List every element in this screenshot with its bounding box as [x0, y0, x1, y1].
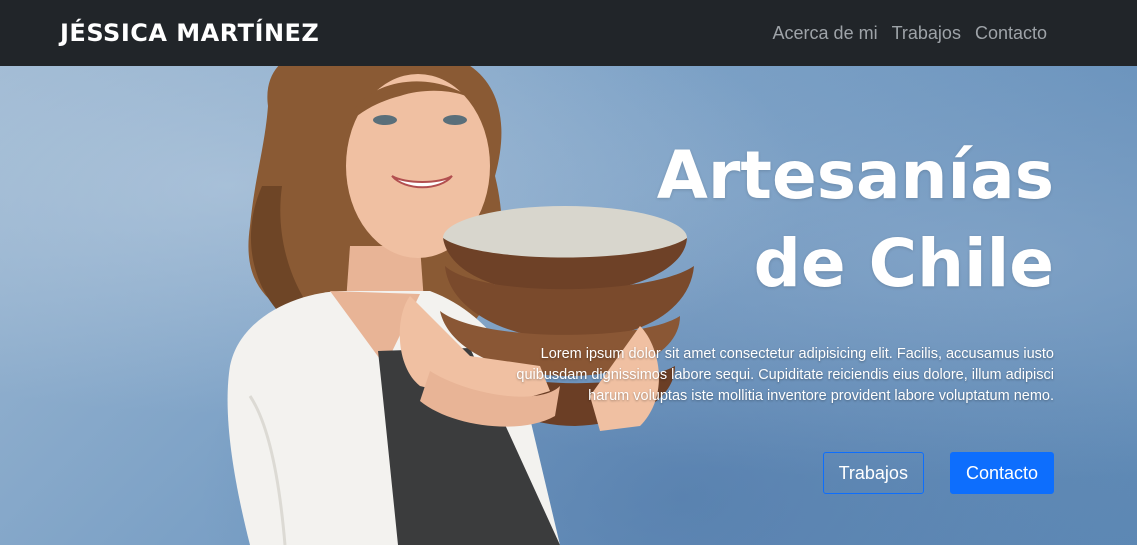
hero-content: Artesanías de Chile Lorem ipsum dolor si…: [434, 132, 1054, 494]
hero-title-line-2: de Chile: [753, 225, 1054, 302]
hero-section: Artesanías de Chile Lorem ipsum dolor si…: [0, 66, 1137, 545]
works-button[interactable]: Trabajos: [822, 452, 924, 494]
nav-link-works[interactable]: Trabajos: [892, 23, 961, 44]
contact-button[interactable]: Contacto: [949, 452, 1054, 494]
nav-link-about[interactable]: Acerca de mi: [773, 23, 878, 44]
nav-link-contact[interactable]: Contacto: [975, 23, 1047, 44]
hero-buttons: Trabajos Contacto: [822, 452, 1054, 494]
hero-title-line-1: Artesanías: [656, 137, 1054, 214]
nav-links: Acerca de mi Trabajos Contacto: [773, 23, 1047, 44]
hero-title: Artesanías de Chile: [434, 132, 1054, 308]
hero-description: Lorem ipsum dolor sit amet consectetur a…: [516, 346, 1054, 404]
brand-logo[interactable]: JÉSSICA MARTÍNEZ: [60, 19, 319, 47]
navbar: JÉSSICA MARTÍNEZ Acerca de mi Trabajos C…: [0, 0, 1137, 66]
